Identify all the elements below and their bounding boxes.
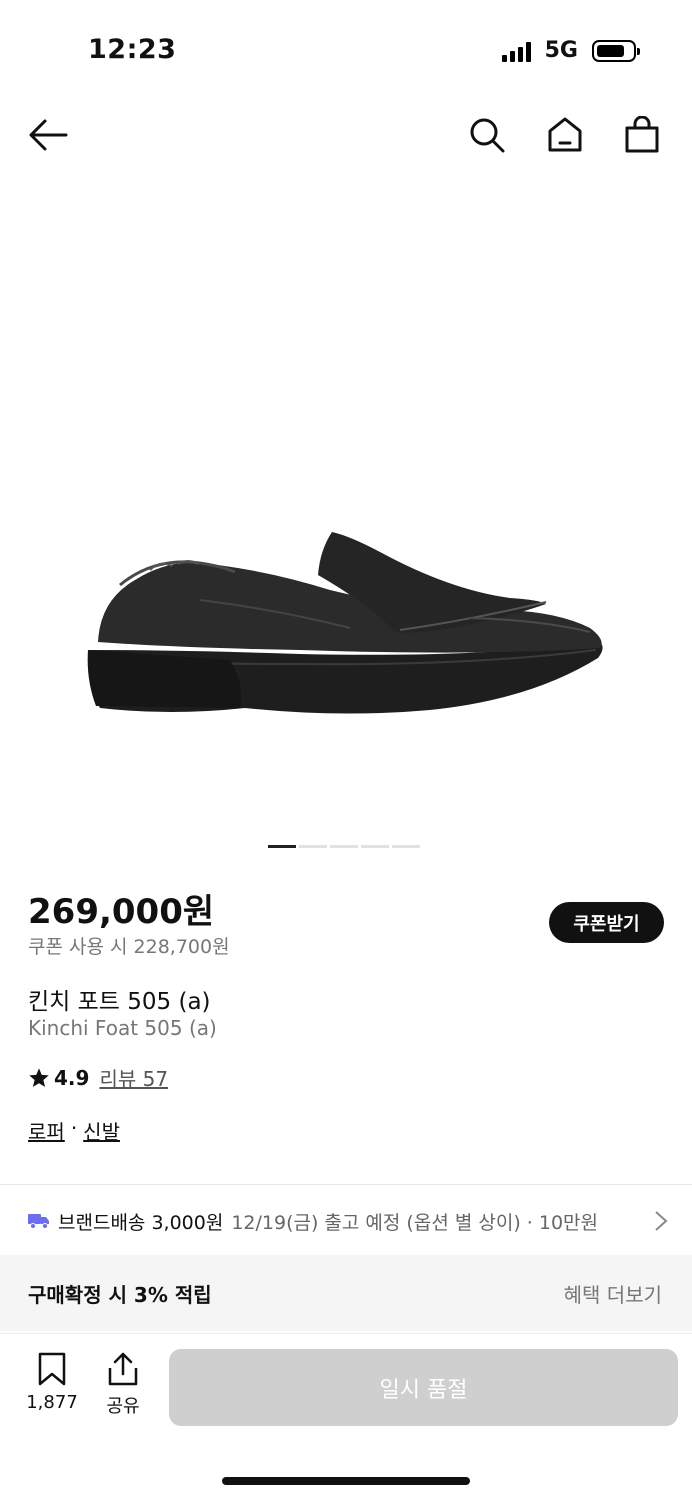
brand-shipping-fee: 브랜드배송 3,000원 [58,1211,224,1234]
shopping-bag-icon [625,116,659,153]
star-icon [29,1067,49,1087]
category-link-loafer[interactable]: 로퍼 [28,1116,65,1145]
search-button[interactable] [465,113,509,157]
bottom-action-bar: 1,877 공유 일시 품절 [0,1333,692,1500]
rating-score: 4.9 [54,1065,90,1090]
shipping-info-row[interactable]: 브랜드배송 3,000원 12/19(금) 출고 예정 (옵션 별 상이) · … [28,1200,668,1242]
share-button[interactable]: 공유 [93,1352,153,1418]
coupon-button[interactable]: 쿠폰받기 [549,902,664,943]
rating-row: 4.9 리뷰 57 [28,1063,168,1092]
arrow-left-icon [29,119,68,151]
product-price: 269,000원 [28,892,215,932]
pager-dot[interactable] [299,845,327,848]
home-icon [548,117,582,152]
status-bar: 12:23 5G [0,0,692,100]
pager-dot[interactable] [361,845,389,848]
pager-dot[interactable] [392,845,420,848]
home-button[interactable] [543,113,587,157]
coupon-price: 쿠폰 사용 시 228,700원 [28,936,230,958]
back-button[interactable] [26,113,70,157]
sold-out-button[interactable]: 일시 품절 [169,1349,678,1426]
share-label: 공유 [106,1396,140,1417]
status-indicators: 5G [501,38,640,63]
chevron-right-icon [650,1210,668,1237]
shipping-eta: 12/19(금) 출고 예정 (옵션 별 상이) · 10만원 [231,1211,598,1234]
share-icon [108,1352,138,1386]
benefit-text: 구매확정 시 3% 적립 [28,1283,212,1307]
battery-icon [592,39,640,62]
pager-dot[interactable] [330,845,358,848]
product-image[interactable] [0,180,692,820]
truck-icon [28,1214,49,1229]
pager-dot[interactable] [268,845,296,848]
benefit-banner[interactable]: 구매확정 시 3% 적립 혜택 더보기 [0,1255,692,1331]
bookmark-button[interactable]: 1,877 [22,1352,82,1413]
search-icon [470,118,505,153]
category-link-shoes[interactable]: 신발 [83,1116,120,1145]
cart-button[interactable] [620,113,664,157]
status-time: 12:23 [88,34,177,65]
category-separator: · [70,1116,78,1140]
image-pager[interactable] [268,845,420,848]
nav-bar [0,100,692,170]
loafer-shoe-illustration [87,532,603,714]
bookmark-icon [38,1352,66,1386]
network-type: 5G [544,38,578,63]
category-breadcrumb: 로퍼 · 신발 [28,1116,120,1145]
product-title: 킨치 포트 505 (a) [28,989,211,1015]
section-divider [0,1184,692,1185]
bookmark-count: 1,877 [26,1392,78,1413]
review-link[interactable]: 리뷰 57 [99,1063,168,1092]
home-indicator [222,1477,470,1485]
signal-icon [501,40,531,62]
product-title-en: Kinchi Foat 505 (a) [28,1016,217,1040]
benefit-more-link[interactable]: 혜택 더보기 [564,1279,662,1308]
